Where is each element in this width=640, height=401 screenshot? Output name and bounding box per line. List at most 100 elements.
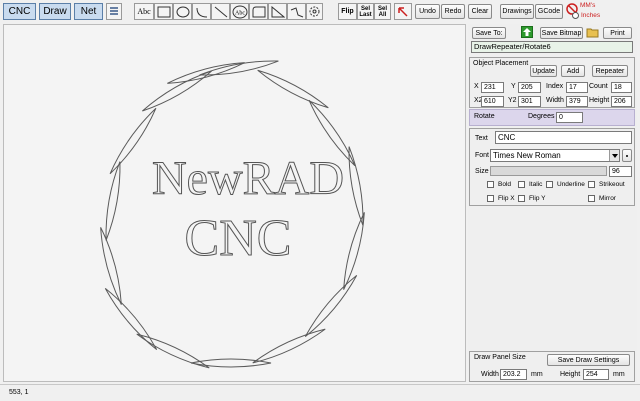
strikeout-label: Strikeout bbox=[599, 181, 625, 188]
drawings-button[interactable]: Drawings bbox=[500, 4, 534, 19]
flip-x-label: Flip X bbox=[498, 195, 515, 202]
index-label: Index bbox=[546, 83, 564, 90]
dp-width-unit: mm bbox=[531, 371, 543, 378]
dp-height-input[interactable]: 254 bbox=[583, 369, 609, 380]
select-last-button[interactable]: Sel Last bbox=[357, 3, 374, 20]
polyline-tool-button[interactable] bbox=[287, 3, 306, 20]
degrees-input[interactable]: 0 bbox=[556, 112, 583, 123]
dp-height-unit: mm bbox=[613, 371, 625, 378]
flip-y-checkbox[interactable]: Flip Y bbox=[518, 195, 546, 202]
width-input[interactable]: 379 bbox=[566, 96, 588, 107]
font-dropdown-arrow[interactable] bbox=[609, 150, 619, 161]
tab-cnc[interactable]: CNC bbox=[3, 3, 36, 20]
flip-x-checkbox[interactable]: Flip X bbox=[487, 195, 515, 202]
flip-button[interactable]: Flip bbox=[338, 3, 357, 20]
redo-button[interactable]: Redo bbox=[441, 4, 465, 19]
underline-checkbox[interactable]: Underline bbox=[546, 181, 585, 188]
font-select[interactable]: Times New Roman bbox=[490, 149, 620, 162]
save-draw-settings-button[interactable]: Save Draw Settings bbox=[547, 354, 630, 366]
draw-panel-size-label: Draw Panel Size bbox=[474, 354, 526, 361]
text-circle-tool-button[interactable]: Abc bbox=[230, 3, 249, 20]
strikeout-checkbox[interactable]: Strikeout bbox=[588, 181, 625, 188]
line-tool-button[interactable] bbox=[211, 3, 230, 20]
checkbox-box bbox=[487, 181, 494, 188]
height-label: Height bbox=[589, 97, 610, 104]
print-button[interactable]: Print bbox=[603, 27, 632, 39]
checkbox-box bbox=[588, 195, 595, 202]
width-label: Width bbox=[546, 97, 564, 104]
y-input[interactable]: 205 bbox=[518, 82, 541, 93]
tab-net[interactable]: Net bbox=[74, 3, 103, 20]
arc-icon bbox=[196, 7, 207, 17]
arc-tool-button[interactable] bbox=[192, 3, 211, 20]
draw-canvas[interactable]: NewRAD CNC bbox=[3, 24, 466, 382]
font-select-value: Times New Roman bbox=[493, 151, 561, 160]
degrees-label: Degrees bbox=[528, 113, 555, 120]
rounded-rectangle-icon bbox=[252, 6, 265, 17]
save-bitmap-button[interactable]: Save Bitmap bbox=[540, 27, 583, 39]
text-input[interactable]: CNC bbox=[495, 131, 632, 144]
open-folder-button[interactable] bbox=[586, 26, 599, 38]
dp-width-input[interactable]: 203.2 bbox=[500, 369, 527, 380]
y2-input[interactable]: 301 bbox=[518, 96, 541, 107]
underline-label: Underline bbox=[557, 181, 585, 188]
select-all-button[interactable]: Sel All bbox=[374, 3, 391, 20]
text-label: Text bbox=[475, 135, 488, 142]
triangle-tool-button[interactable] bbox=[268, 3, 287, 20]
checkbox-box bbox=[546, 181, 553, 188]
inches-label: Inches bbox=[581, 12, 601, 19]
rounded-rect-tool-button[interactable] bbox=[249, 3, 268, 20]
size-label: Size bbox=[475, 168, 489, 175]
add-button[interactable]: Add bbox=[561, 65, 585, 77]
count-input[interactable]: 18 bbox=[611, 82, 632, 93]
ellipse-icon bbox=[176, 6, 189, 17]
text-tool-button[interactable]: Abc bbox=[134, 3, 154, 20]
x2-input[interactable]: 610 bbox=[481, 96, 504, 107]
repeater-button[interactable]: Repeater bbox=[592, 65, 628, 77]
gcode-button[interactable]: GCode bbox=[535, 4, 563, 19]
gear-tool-button[interactable] bbox=[306, 3, 323, 20]
tab-draw[interactable]: Draw bbox=[39, 3, 71, 20]
line-icon bbox=[214, 6, 227, 17]
undo-button[interactable]: Undo bbox=[415, 4, 440, 19]
checkbox-box bbox=[518, 181, 525, 188]
select-all-line2: All bbox=[378, 11, 387, 18]
clear-button[interactable]: Clear bbox=[468, 4, 492, 19]
polyline-icon bbox=[290, 6, 303, 17]
hamburger-icon bbox=[110, 7, 118, 15]
mirror-checkbox[interactable]: Mirror bbox=[588, 195, 616, 202]
inches-option[interactable]: Inches bbox=[572, 12, 600, 19]
index-input[interactable]: 17 bbox=[566, 82, 588, 93]
bold-checkbox[interactable]: Bold bbox=[487, 181, 511, 188]
pointer-button[interactable] bbox=[394, 3, 412, 20]
font-label: Font bbox=[475, 152, 490, 159]
canvas-text-line1: NewRAD bbox=[152, 152, 344, 205]
height-input[interactable]: 206 bbox=[611, 96, 632, 107]
checkbox-box bbox=[588, 181, 595, 188]
gear-icon bbox=[309, 6, 320, 17]
checkbox-box bbox=[518, 195, 525, 202]
mirror-label: Mirror bbox=[599, 195, 616, 202]
dot-icon bbox=[626, 154, 628, 157]
radio-icon bbox=[572, 12, 579, 19]
abc-circle-icon: Abc bbox=[232, 5, 247, 18]
font-more-button[interactable] bbox=[622, 149, 632, 162]
ellipse-tool-button[interactable] bbox=[173, 3, 192, 20]
rectangle-tool-button[interactable] bbox=[154, 3, 173, 20]
size-input[interactable]: 96 bbox=[609, 166, 632, 177]
folder-icon bbox=[586, 28, 599, 38]
object-placement-label: Object Placement bbox=[473, 60, 529, 67]
x-input[interactable]: 231 bbox=[481, 82, 504, 93]
save-to-button[interactable]: Save To: bbox=[472, 27, 506, 39]
menu-icon[interactable] bbox=[106, 3, 122, 20]
cursor-coordinates: 553, 1 bbox=[9, 389, 29, 396]
dp-width-label: Width bbox=[481, 371, 499, 378]
italic-checkbox[interactable]: Italic bbox=[518, 181, 542, 188]
update-button[interactable]: Update bbox=[530, 65, 557, 77]
drawing-path-field[interactable]: DrawRepeater/Rotate6 bbox=[471, 41, 633, 53]
rotate-label: Rotate bbox=[474, 113, 495, 120]
upload-button[interactable] bbox=[521, 26, 533, 38]
up-arrow-icon bbox=[523, 28, 531, 36]
italic-label: Italic bbox=[529, 181, 543, 188]
size-slider[interactable] bbox=[490, 166, 607, 176]
